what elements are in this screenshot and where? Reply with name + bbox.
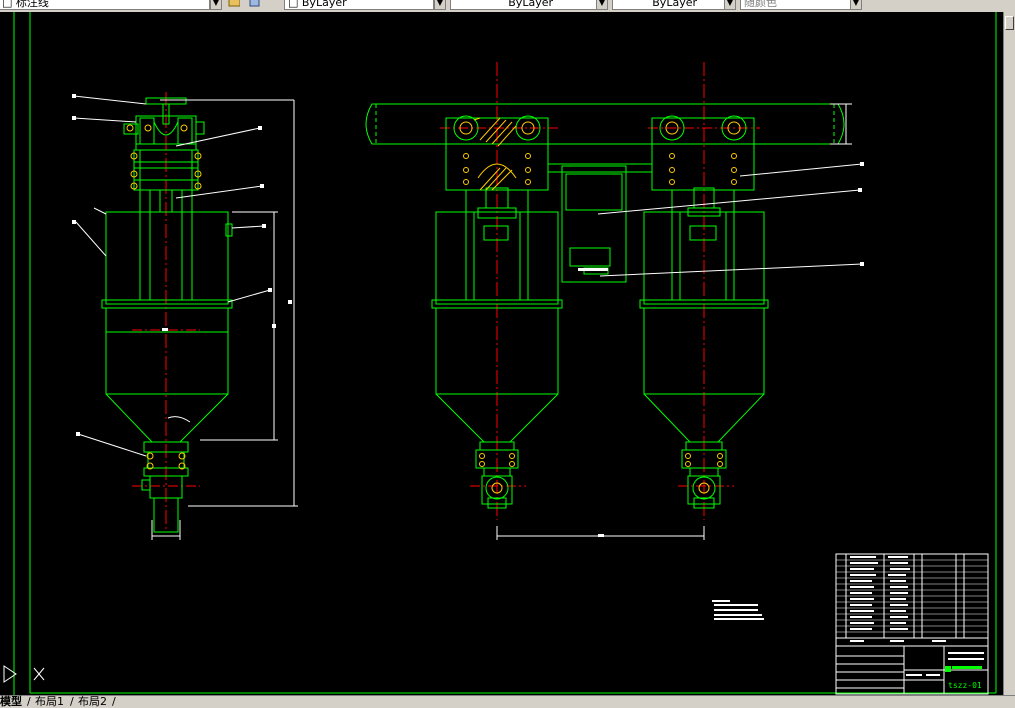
title-block: tszz-01 [835,553,989,695]
model-space-canvas[interactable]: tszz-01 [0,12,1003,695]
color-control[interactable]: □ ByLayer [284,0,434,10]
drawing-number: tszz-01 [948,681,982,690]
side-view [72,92,298,540]
plotstyle-control-arrow[interactable]: ▼ [850,0,862,10]
ucs-icon [3,665,45,683]
color-control-arrow[interactable]: ▼ [434,0,446,10]
tab-layout1[interactable]: 布局1 [35,696,64,708]
lineweight-control-arrow[interactable]: ▼ [724,0,736,10]
layout-tab-bar: 模型 / 布局1 / 布局2 / [0,695,1015,708]
layer-dropdown-arrow[interactable]: ▼ [210,0,222,10]
bom-rows [836,559,988,633]
tab-separator-2: / [70,695,74,708]
technical-notes [712,600,764,620]
linetype-control-arrow[interactable]: ▼ [596,0,608,10]
tab-separator-3: / [112,695,116,708]
drawing-frame [13,12,997,695]
layer-dropdown[interactable]: □ 标注线 [0,0,210,10]
tab-layout2[interactable]: 布局2 [78,696,107,708]
vertical-scrollbar[interactable] [1003,12,1015,695]
drawing-svg: tszz-01 [3,12,997,695]
tab-model[interactable]: 模型 [0,696,22,708]
scrollbar-thumb[interactable] [1005,16,1014,30]
linetype-control[interactable]: ByLayer [450,0,602,10]
lineweight-control[interactable]: ByLayer [612,0,734,10]
front-view [365,62,864,540]
layer-manager-icon[interactable] [228,0,240,8]
tab-separator-1: / [27,695,31,708]
plotstyle-control[interactable]: 随颜色 [740,0,852,10]
layer-previous-icon[interactable] [248,0,260,8]
